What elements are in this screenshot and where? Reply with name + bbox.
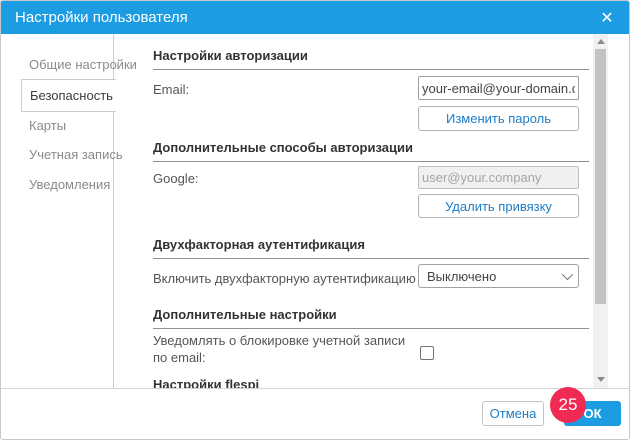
two-factor-select-value: Выключено (427, 269, 496, 284)
dialog-title: Настройки пользователя (15, 9, 188, 26)
email-label: Email: (153, 82, 189, 97)
cancel-button[interactable]: Отмена (482, 401, 544, 426)
dialog-footer: Отмена ОК (1, 388, 630, 440)
sidebar-item-maps[interactable]: Карты (29, 118, 66, 133)
content-scrollbar[interactable] (593, 34, 608, 388)
google-label: Google: (153, 171, 199, 186)
two-factor-enable-label: Включить двухфакторную аутентификацию (153, 271, 416, 286)
chevron-down-icon (562, 269, 573, 280)
annotation-badge: 25 (550, 387, 586, 423)
email-field[interactable] (418, 76, 579, 100)
section-title-extra-auth: Дополнительные способы авторизации (153, 140, 589, 162)
google-account-field (418, 166, 579, 189)
notify-block-checkbox[interactable] (420, 346, 434, 360)
section-title-two-factor: Двухфакторная аутентификация (153, 237, 589, 259)
dialog-titlebar: Настройки пользователя (1, 1, 629, 34)
sidebar-item-account[interactable]: Учетная запись (29, 147, 123, 162)
section-title-authorization: Настройки авторизации (153, 48, 589, 70)
notify-block-label: Уведомлять о блокировке учетной записи п… (153, 332, 421, 366)
two-factor-select[interactable]: Выключено (418, 264, 579, 288)
section-title-additional: Дополнительные настройки (153, 307, 589, 329)
scroll-down-icon[interactable] (593, 372, 608, 386)
close-icon[interactable]: ✕ (595, 1, 619, 34)
sidebar-item-notifications[interactable]: Уведомления (29, 177, 110, 192)
sidebar-item-general[interactable]: Общие настройки (29, 57, 137, 72)
scrollbar-thumb[interactable] (595, 49, 606, 304)
user-settings-dialog: Настройки пользователя ✕ Общие настройки… (0, 0, 630, 440)
remove-binding-button[interactable]: Удалить привязку (418, 194, 579, 218)
change-password-button[interactable]: Изменить пароль (418, 106, 579, 131)
scroll-up-icon[interactable] (593, 34, 608, 48)
sidebar-item-security[interactable]: Безопасность (21, 79, 116, 112)
